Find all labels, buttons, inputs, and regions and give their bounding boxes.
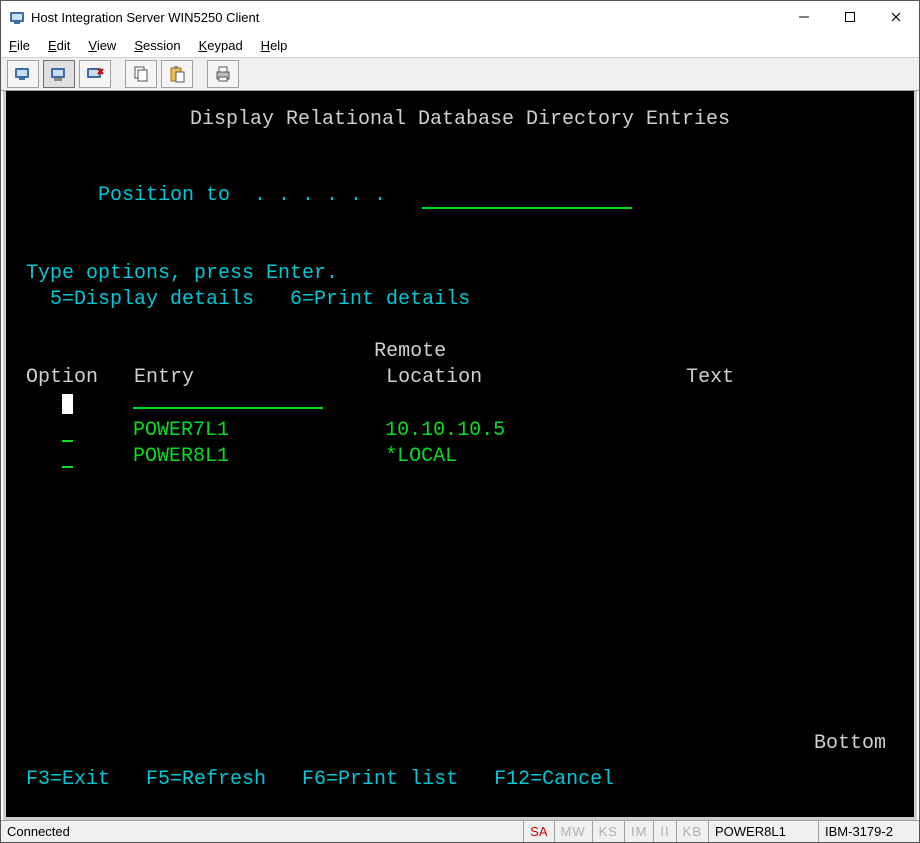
- bottom-indicator: Bottom: [814, 731, 886, 757]
- location-cell: 10.10.10.5: [385, 419, 505, 442]
- position-row: Position to . . . . . .: [26, 157, 894, 235]
- menu-edit[interactable]: Edit: [48, 38, 70, 53]
- option-field[interactable]: [62, 466, 73, 468]
- terminal-setup-icon[interactable]: [43, 60, 75, 88]
- menu-keypad[interactable]: Keypad: [199, 38, 243, 53]
- fkeys-help: F3=Exit F5=Refresh F6=Print list F12=Can…: [26, 767, 614, 793]
- position-input[interactable]: [422, 191, 632, 209]
- col-header-remote: Remote: [26, 339, 894, 365]
- entry-cell: POWER8L1: [133, 445, 229, 468]
- statusbar: Connected SA MW KS IM II KB POWER8L1 IBM…: [1, 820, 919, 842]
- text-cursor: [62, 394, 73, 414]
- window-controls: [781, 1, 919, 33]
- toolbar: [1, 57, 919, 91]
- table-row: POWER8L1 *LOCAL: [26, 444, 894, 470]
- terminal-screen[interactable]: Display Relational Database Directory En…: [3, 91, 917, 820]
- menubar: File Edit View Session Keypad Help: [1, 33, 919, 57]
- paste-icon[interactable]: [161, 60, 193, 88]
- location-cell: *LOCAL: [385, 445, 457, 468]
- app-window: Host Integration Server WIN5250 Client F…: [0, 0, 920, 843]
- status-ii: II: [654, 821, 676, 842]
- col-headers: Option Entry Location Text: [26, 365, 894, 391]
- window-title: Host Integration Server WIN5250 Client: [31, 10, 781, 25]
- minimize-button[interactable]: [781, 1, 827, 33]
- print-icon[interactable]: [207, 60, 239, 88]
- status-system: POWER8L1: [709, 821, 819, 842]
- entry-input[interactable]: [133, 391, 323, 409]
- status-devtype: IBM-3179-2: [819, 821, 919, 842]
- status-text: Connected: [1, 821, 524, 842]
- option-cursor-row: [26, 391, 894, 418]
- titlebar: Host Integration Server WIN5250 Client: [1, 1, 919, 33]
- menu-help[interactable]: Help: [261, 38, 288, 53]
- terminal-disconnect-icon[interactable]: [79, 60, 111, 88]
- terminal-icon[interactable]: [7, 60, 39, 88]
- table-row: POWER7L1 10.10.10.5: [26, 418, 894, 444]
- options-help-text: 5=Display details 6=Print details: [26, 287, 894, 313]
- status-im: IM: [625, 821, 654, 842]
- menu-view[interactable]: View: [88, 38, 116, 53]
- menu-file[interactable]: File: [9, 38, 30, 53]
- copy-icon[interactable]: [125, 60, 157, 88]
- status-mw: MW: [555, 821, 593, 842]
- screen-title: Display Relational Database Directory En…: [26, 107, 894, 133]
- menu-session[interactable]: Session: [134, 38, 180, 53]
- maximize-button[interactable]: [827, 1, 873, 33]
- app-icon: [9, 9, 25, 25]
- status-kb: KB: [677, 821, 709, 842]
- option-field[interactable]: [62, 440, 73, 442]
- instructions-text: Type options, press Enter.: [26, 261, 894, 287]
- status-sa: SA: [524, 821, 554, 842]
- entry-cell: POWER7L1: [133, 419, 229, 442]
- status-ks: KS: [593, 821, 625, 842]
- close-button[interactable]: [873, 1, 919, 33]
- position-label: Position to . . . . . .: [98, 184, 386, 207]
